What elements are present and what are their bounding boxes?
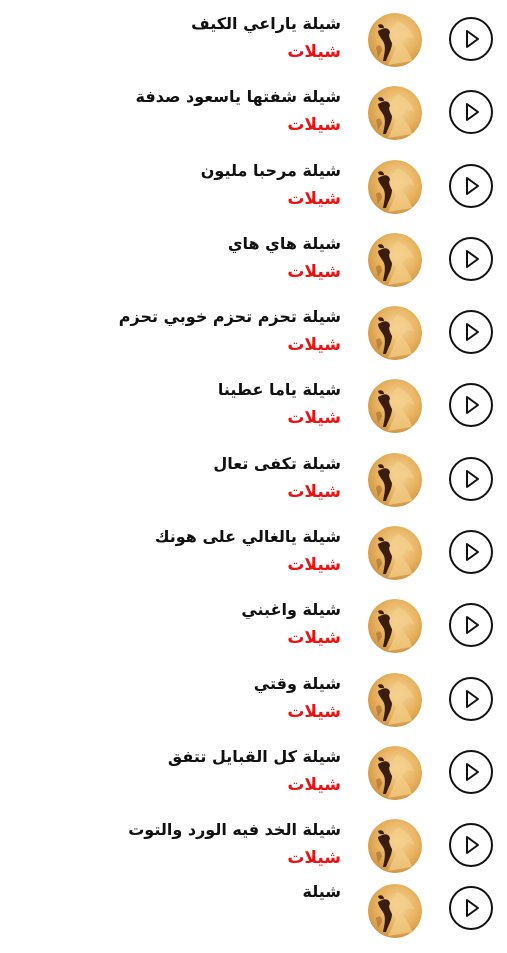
- song-list-item[interactable]: شيلة الخد فيه الورد والتوت شيلات: [0, 806, 507, 879]
- song-title: شيلة واغبني: [241, 600, 341, 620]
- play-icon: [466, 323, 479, 342]
- song-thumbnail: [368, 883, 422, 938]
- play-button[interactable]: [449, 456, 493, 501]
- song-title: شيلة يالغالي على هونك: [154, 527, 341, 547]
- song-thumbnail: [368, 232, 422, 287]
- song-title: شيلة هاي هاي: [227, 233, 341, 253]
- song-list-item[interactable]: شيلة ياما عطينا شيلات: [0, 366, 507, 439]
- song-category: شيلات: [287, 261, 341, 282]
- song-category: شيلات: [287, 555, 341, 576]
- play-button[interactable]: [449, 90, 493, 135]
- play-button[interactable]: [449, 676, 493, 721]
- song-list-item[interactable]: شيلة واغبني شيلات: [0, 586, 507, 659]
- song-list-item[interactable]: شيلة ياراعي الكيف شيلات: [0, 0, 507, 73]
- song-category: شيلات: [287, 408, 341, 429]
- play-icon: [466, 762, 479, 781]
- song-title: شيلة تكفى تعال: [213, 453, 341, 473]
- song-title: شيلة ياراعي الكيف: [191, 14, 341, 33]
- play-icon: [466, 30, 479, 48]
- play-icon: [466, 689, 479, 708]
- song-category: شيلات: [287, 335, 341, 356]
- play-button[interactable]: [449, 236, 493, 281]
- song-thumbnail: [368, 526, 422, 581]
- song-thumbnail: [368, 452, 422, 507]
- song-category: شيلات: [287, 628, 341, 649]
- song-list-item[interactable]: شيلة تحزم تحزم خوبي تحزم شيلات: [0, 293, 507, 366]
- song-title: شيلة الخد فيه الورد والتوت: [128, 820, 341, 840]
- play-button[interactable]: [449, 823, 493, 868]
- song-list-item[interactable]: شيلة شفتها ياسعود صدفة شيلات: [0, 73, 507, 146]
- song-list: شيلة ياراعي الكيف شيلات شيلة شفتها ياسعود…: [0, 0, 507, 953]
- song-category: شيلات: [287, 774, 341, 795]
- song-thumbnail: [368, 672, 422, 727]
- song-thumbnail: [368, 599, 422, 654]
- song-thumbnail: [368, 379, 422, 434]
- play-button[interactable]: [449, 530, 493, 575]
- play-icon: [466, 898, 479, 917]
- play-button[interactable]: [449, 310, 493, 355]
- song-title: شيلة: [302, 881, 342, 901]
- play-icon: [466, 176, 479, 195]
- play-icon: [466, 836, 479, 855]
- play-icon: [466, 616, 479, 635]
- play-button[interactable]: [449, 383, 493, 428]
- song-category: شيلات: [287, 115, 341, 136]
- play-button[interactable]: [449, 885, 493, 930]
- song-category: شيلات: [287, 701, 341, 722]
- song-thumbnail: [368, 819, 422, 874]
- song-category: شيلات: [287, 188, 341, 209]
- song-thumbnail: [368, 159, 422, 214]
- play-icon: [466, 469, 479, 488]
- song-title: شيلة كل القبايل تتفق: [167, 746, 341, 766]
- play-button[interactable]: [449, 17, 493, 61]
- song-title: شيلة تحزم تحزم خوبي تحزم: [118, 307, 341, 327]
- song-list-item[interactable]: شيلة هاي هاي شيلات: [0, 220, 507, 293]
- song-title: شيلة مرحبا مليون: [200, 160, 341, 180]
- song-thumbnail: [368, 745, 422, 800]
- play-icon: [466, 543, 479, 562]
- song-title: شيلة وقتي: [253, 673, 341, 693]
- play-button[interactable]: [449, 163, 493, 208]
- song-thumbnail: [368, 86, 422, 141]
- song-list-item[interactable]: شيلة مرحبا مليون شيلات: [0, 147, 507, 220]
- song-thumbnail: [368, 306, 422, 361]
- song-list-item[interactable]: شيلة يالغالي على هونك شيلات: [0, 513, 507, 586]
- song-list-item[interactable]: شيلة تكفى تعال شيلات: [0, 440, 507, 513]
- song-list-item[interactable]: شيلة: [0, 880, 507, 953]
- song-category: شيلات: [287, 42, 341, 62]
- play-button[interactable]: [449, 749, 493, 794]
- play-icon: [466, 249, 479, 268]
- song-category: شيلات: [287, 481, 341, 502]
- song-title: شيلة ياما عطينا: [217, 380, 341, 400]
- song-title: شيلة شفتها ياسعود صدفة: [135, 87, 341, 107]
- song-list-item[interactable]: شيلة كل القبايل تتفق شيلات: [0, 733, 507, 806]
- play-icon: [466, 103, 479, 122]
- song-thumbnail: [368, 13, 422, 67]
- play-button[interactable]: [449, 603, 493, 648]
- song-list-item[interactable]: شيلة وقتي شيلات: [0, 660, 507, 733]
- song-category: شيلات: [287, 848, 341, 869]
- play-icon: [466, 396, 479, 415]
